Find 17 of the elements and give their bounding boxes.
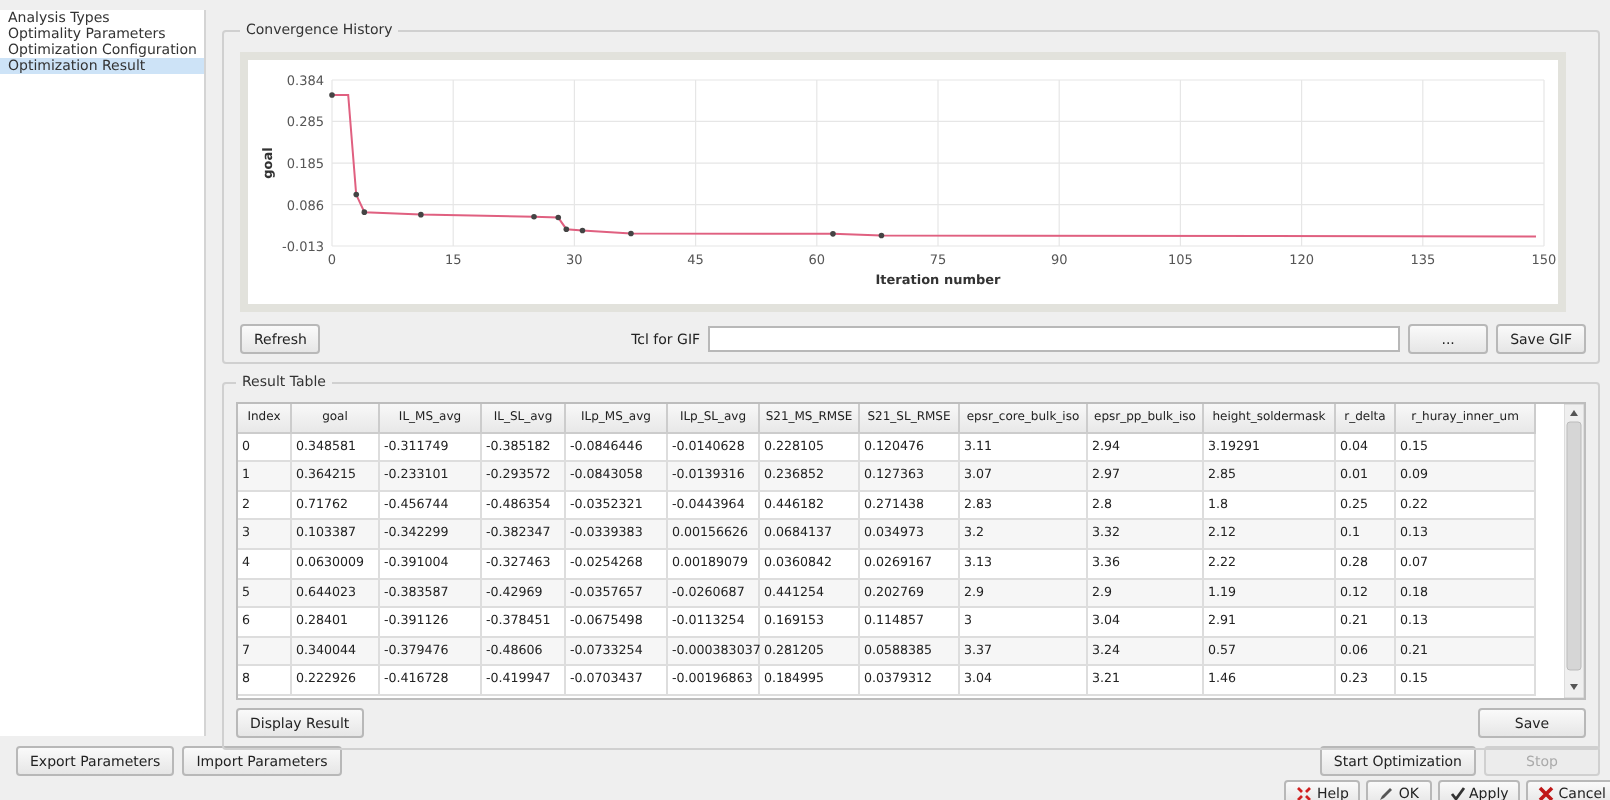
scrollbar[interactable] [1564, 404, 1584, 698]
data-point [418, 211, 424, 218]
data-point [830, 231, 836, 237]
data-point [329, 92, 335, 98]
data-point [878, 232, 885, 239]
data-point [563, 226, 570, 233]
data-point [353, 191, 360, 198]
help-icon [1296, 785, 1313, 800]
close-icon [1538, 785, 1555, 800]
check-icon [1449, 785, 1466, 800]
input-field[interactable] [708, 326, 1401, 352]
data-point [531, 213, 537, 220]
data-point [628, 230, 634, 237]
data-point [579, 227, 586, 234]
data-point [361, 209, 368, 215]
data-point [555, 214, 562, 221]
pencil-icon [1378, 785, 1395, 800]
